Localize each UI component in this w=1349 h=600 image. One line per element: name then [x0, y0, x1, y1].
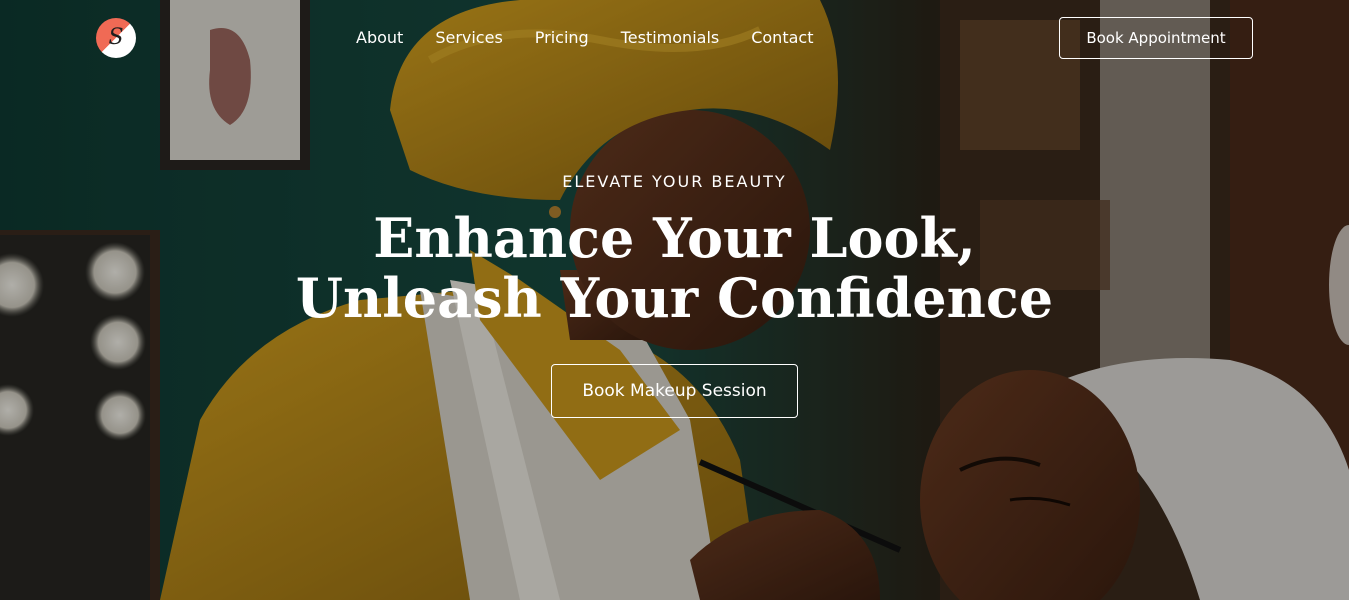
- hero-section: S About Services Pricing Testimonials Co…: [0, 0, 1349, 600]
- book-appointment-button[interactable]: Book Appointment: [1059, 17, 1253, 59]
- hero-eyebrow: ELEVATE YOUR BEAUTY: [562, 172, 787, 191]
- logo-letter: S: [108, 25, 124, 50]
- nav-link-pricing[interactable]: Pricing: [535, 26, 589, 50]
- book-makeup-session-button[interactable]: Book Makeup Session: [551, 364, 798, 418]
- hero-headline-line-2: Unleash Your Confidence: [295, 266, 1054, 330]
- nav-link-about[interactable]: About: [356, 26, 403, 50]
- nav-link-testimonials[interactable]: Testimonials: [621, 26, 720, 50]
- hero-headline-line-1: Enhance Your Look,: [373, 206, 976, 270]
- nav-link-services[interactable]: Services: [435, 26, 502, 50]
- main-nav: About Services Pricing Testimonials Cont…: [356, 26, 813, 50]
- nav-link-contact[interactable]: Contact: [751, 26, 813, 50]
- hero-headline: Enhance Your Look, Unleash Your Confiden…: [0, 208, 1349, 328]
- brand-logo[interactable]: S: [96, 18, 136, 58]
